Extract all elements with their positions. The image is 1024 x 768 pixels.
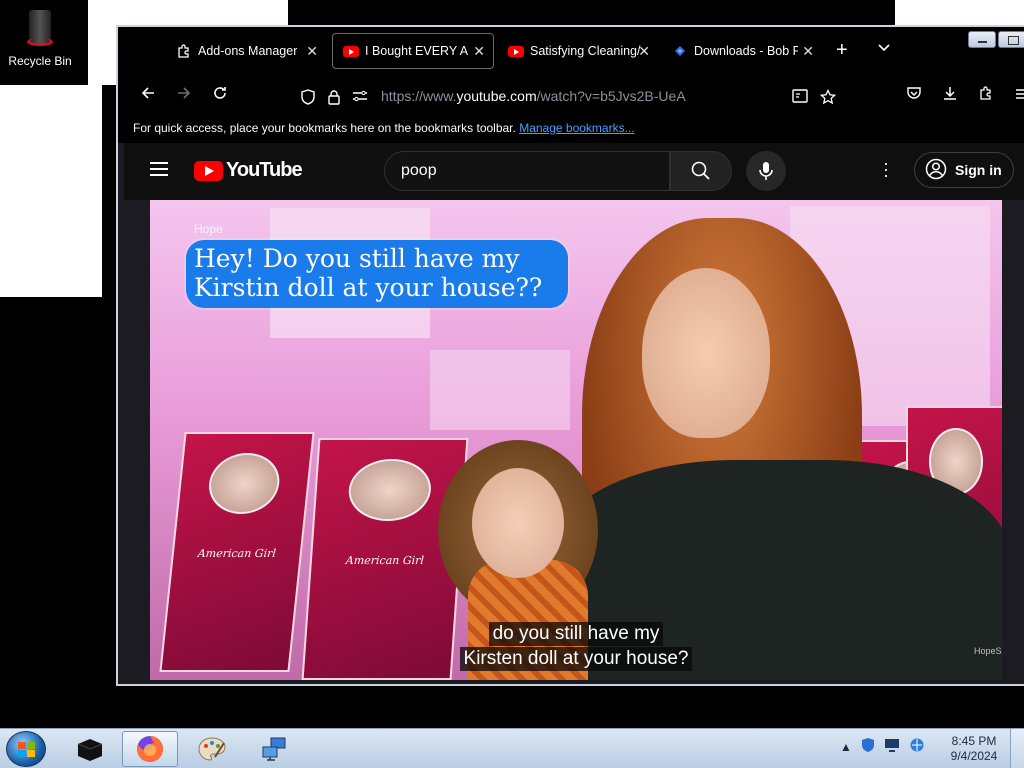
recycle-bin[interactable]: Recycle Bin: [4, 4, 76, 76]
chevron-down-icon[interactable]: [878, 41, 890, 55]
search-icon: [691, 161, 710, 180]
youtube-logo[interactable]: YouTube: [194, 159, 303, 182]
close-icon[interactable]: ✕: [473, 43, 485, 60]
sign-in-label: Sign in: [955, 162, 1002, 178]
tab-youtube-active[interactable]: I Bought EVERY Am ✕: [332, 33, 494, 69]
system-tray: ▲: [840, 737, 925, 756]
youtube-header: YouTube ··· Sign in: [124, 143, 1024, 200]
downloads-icon[interactable]: [940, 85, 960, 105]
reload-button[interactable]: [210, 85, 230, 105]
youtube-icon: [508, 43, 524, 59]
youtube-icon: [343, 43, 359, 59]
back-button[interactable]: [138, 85, 158, 105]
bookmarks-toolbar: For quick access, place your bookmarks h…: [118, 113, 1024, 143]
permissions-icon[interactable]: [351, 89, 369, 107]
network-status-icon[interactable]: [909, 737, 925, 756]
youtube-logo-text: YouTube: [226, 159, 303, 181]
maximize-button[interactable]: [998, 31, 1024, 48]
caption-line: Kirsten doll at your house?: [150, 647, 1002, 671]
show-hidden-icons-icon[interactable]: ▲: [840, 740, 852, 754]
background-shelf: [430, 350, 570, 430]
menu-icon[interactable]: [1012, 85, 1024, 105]
extensions-icon[interactable]: [976, 85, 996, 105]
forward-button[interactable]: [174, 85, 194, 105]
sign-in-button[interactable]: Sign in: [914, 152, 1014, 188]
browser-window: Add-ons Manager ✕ I Bought EVERY Am ✕ Sa…: [116, 25, 1024, 686]
start-button[interactable]: [6, 731, 46, 767]
tab-label: Satisfying Cleaning/: [530, 44, 641, 58]
more-options-icon[interactable]: · · ·: [882, 154, 890, 184]
firefox-icon: [137, 736, 163, 762]
close-icon[interactable]: ✕: [802, 43, 814, 60]
url-bar[interactable]: https://www.youtube.com/watch?v=b5Jvs2B-…: [293, 81, 837, 109]
network-computer-icon: [262, 737, 286, 761]
bookmark-star-icon[interactable]: [819, 88, 837, 107]
shield-icon[interactable]: [299, 89, 317, 107]
tab-label: I Bought EVERY Am: [365, 44, 469, 58]
taskbar-app-black-box[interactable]: [62, 731, 118, 767]
close-icon[interactable]: ✕: [306, 43, 318, 60]
hamburger-menu-icon[interactable]: [150, 162, 168, 176]
bookmarks-hint: For quick access, place your bookmarks h…: [133, 121, 516, 135]
black-box-icon: [77, 739, 103, 761]
system-clock[interactable]: 8:45 PM 9/4/2024: [950, 734, 998, 764]
bubble-line-2: Kirstin doll at your house??: [194, 273, 543, 302]
lock-icon[interactable]: [325, 89, 343, 107]
clock-date: 9/4/2024: [950, 749, 998, 763]
youtube-play-icon: [194, 160, 223, 181]
speaker-label: Hope: [194, 222, 223, 236]
taskbar-app-network[interactable]: [246, 731, 302, 767]
reader-view-icon[interactable]: [791, 89, 809, 107]
desktop-window-fragment-right: [895, 0, 1024, 25]
show-desktop-button[interactable]: [1010, 729, 1024, 768]
tab-label: Add-ons Manager: [198, 44, 298, 58]
recycle-bin-icon: [25, 8, 55, 50]
security-shield-icon[interactable]: [861, 737, 875, 756]
paint-palette-icon: [198, 737, 226, 761]
manage-bookmarks-link[interactable]: Manage bookmarks...: [519, 121, 634, 135]
taskbar-app-paint[interactable]: [184, 731, 240, 767]
recycle-bin-label: Recycle Bin: [8, 54, 72, 68]
doll-face: [472, 468, 564, 578]
account-icon: [925, 158, 947, 183]
taskbar-app-firefox[interactable]: [122, 731, 178, 767]
bubble-line-1: Hey! Do you still have my: [194, 244, 520, 273]
navigation-bar: https://www.youtube.com/watch?v=b5Jvs2B-…: [118, 77, 1024, 113]
close-icon[interactable]: ✕: [638, 43, 650, 60]
voice-search-button[interactable]: [746, 151, 786, 191]
video-player[interactable]: American Girl American Girl Hope Hey! Do…: [150, 200, 1002, 680]
channel-watermark: HopeScope: [974, 646, 1002, 656]
presenter-face: [642, 268, 770, 438]
microphone-icon: [759, 162, 773, 180]
clock-time: 8:45 PM: [951, 734, 997, 748]
windows-flag-icon: [18, 742, 36, 758]
tab-downloads[interactable]: Downloads - Bob P ✕: [662, 33, 822, 69]
window-controls: [968, 31, 1024, 48]
caption-line: do you still have my: [150, 622, 1002, 646]
taskbar: ▲ 8:45 PM 9/4/2024: [0, 728, 1024, 768]
minimize-button[interactable]: [968, 31, 996, 48]
search-box: [384, 151, 670, 191]
pocket-icon[interactable]: [904, 85, 924, 105]
puzzle-icon: [176, 43, 192, 59]
new-tab-button[interactable]: +: [836, 39, 848, 62]
search-input[interactable]: [385, 152, 669, 190]
tab-bar: Add-ons Manager ✕ I Bought EVERY Am ✕ Sa…: [118, 27, 1024, 77]
tab-addons-manager[interactable]: Add-ons Manager ✕: [166, 33, 326, 69]
monitor-icon[interactable]: [884, 738, 900, 755]
tab-label: Downloads - Bob P: [694, 44, 798, 58]
tab-satisfying-cleaning[interactable]: Satisfying Cleaning/ ✕: [498, 33, 658, 69]
download-icon: [672, 43, 688, 59]
desktop-window-fragment: [0, 85, 102, 297]
search-button[interactable]: [670, 151, 732, 191]
text-message-bubble: Hey! Do you still have my Kirstin doll a…: [186, 240, 568, 308]
url-text[interactable]: https://www.youtube.com/watch?v=b5Jvs2B-…: [381, 88, 686, 104]
